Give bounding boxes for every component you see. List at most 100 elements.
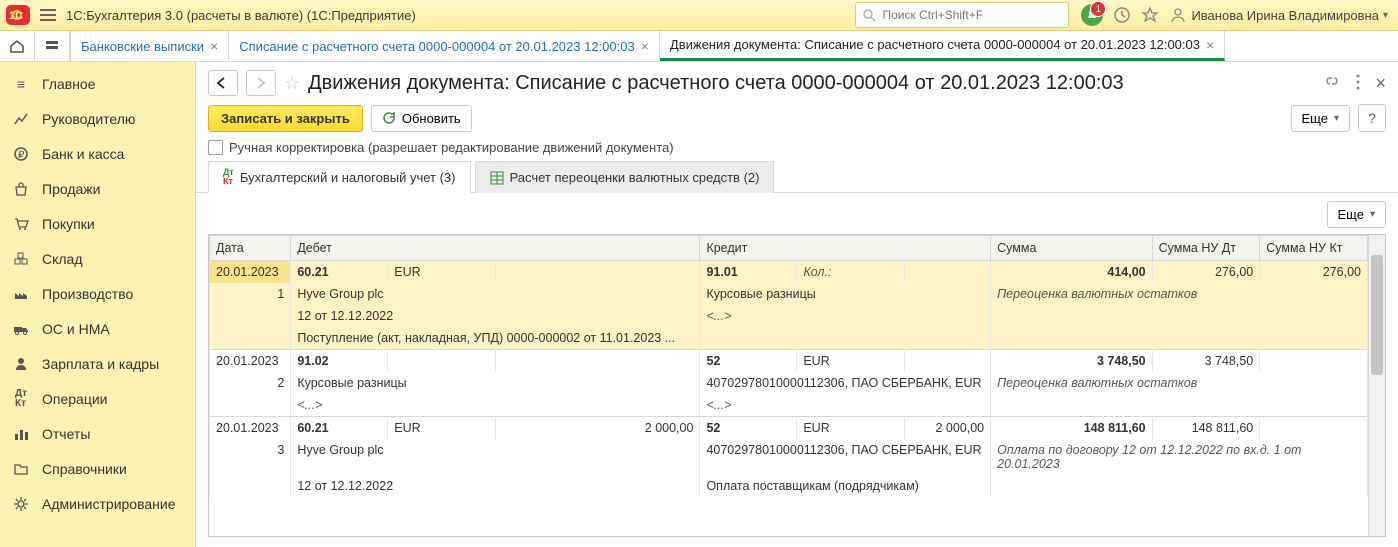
col-nu-kt[interactable]: Сумма НУ Кт [1260,236,1368,261]
title-bar: 1C 1С:Бухгалтерия 3.0 (расчеты в валюте)… [0,0,1398,31]
table-row[interactable]: 2 Курсовые разницы 40702978010000112306,… [210,372,1368,394]
cell-debit-acc: 60.21 [291,261,388,284]
cell-debit-sub: Hyve Group plc [291,439,700,475]
sidebar-item-warehouse[interactable]: Склад [0,241,195,276]
cell-debit-qty: 2 000,00 [495,417,700,440]
sidebar-item-payroll[interactable]: Зарплата и кадры [0,346,195,381]
logo-1c: 1C [6,5,30,25]
more-label: Еще [1338,207,1364,222]
col-sum[interactable]: Сумма [991,236,1152,261]
tab-movements[interactable]: Движения документа: Списание с расчетног… [660,31,1225,61]
search-input[interactable] [880,7,1054,23]
table-row[interactable]: 20.01.2023 60.21 EUR 91.01 Кол.: 414,00 … [210,261,1368,284]
tab-label: Списание с расчетного счета 0000-000004 … [239,39,634,54]
search-icon [862,8,876,22]
cell-n: 1 [210,283,291,305]
subtab-label: Бухгалтерский и налоговый учет (3) [240,170,456,185]
history-icon[interactable] [1113,6,1131,24]
stack-button[interactable] [35,31,70,61]
cell-debit-sub: Курсовые разницы [291,372,700,394]
table-row[interactable]: 20.01.2023 60.21 EUR 2 000,00 52 EUR 2 0… [210,417,1368,440]
home-button[interactable] [0,31,35,61]
nav-back-button[interactable] [208,70,238,96]
save-close-button[interactable]: Записать и закрыть [208,105,363,132]
truck-icon [12,321,30,337]
cell-nukt [1260,417,1368,440]
sidebar-item-admin[interactable]: Администрирование [0,486,195,521]
cell-comment: Оплата по договору 12 от 12.12.2022 по в… [991,439,1368,475]
entries-grid[interactable]: Дата Дебет Кредит Сумма Сумма НУ Дт Сумм… [209,235,1368,497]
tab-bank-statements[interactable]: Банковские выписки × [71,31,229,61]
more-button[interactable]: Еще ▾ [1291,105,1350,132]
sidebar-item-label: Производство [42,286,133,302]
cell-debit-acc: 60.21 [291,417,388,440]
cell-nudt: 3 748,50 [1152,350,1260,373]
favorite-star-icon[interactable]: ☆ [284,73,300,94]
cell-credit-sub: <...> [700,305,991,327]
chevron-down-icon: ▾ [1383,10,1388,21]
sidebar-item-purchases[interactable]: Покупки [0,206,195,241]
refresh-icon [382,111,396,125]
star-icon[interactable] [1141,6,1159,24]
cell-date: 20.01.2023 [210,350,291,373]
cell-credit-cur: EUR [797,350,905,373]
scrollbar[interactable] [1368,235,1385,536]
subtab-revaluation[interactable]: Расчет переоценки валютных средств (2) [475,161,775,193]
hamburger-icon[interactable] [38,8,58,22]
cell-credit-cur: EUR [797,417,905,440]
notification-bell[interactable]: 1 [1081,4,1103,26]
kebab-icon[interactable] [1355,73,1361,94]
sidebar-item-bank[interactable]: ₽Банк и касса [0,136,195,171]
table-row[interactable]: 1 Hyve Group plc Курсовые разницы Переоц… [210,283,1368,305]
manual-edit-checkbox[interactable] [208,140,223,155]
search-box[interactable] [855,2,1069,28]
table-row[interactable]: 3 Hyve Group plc 40702978010000112306, П… [210,439,1368,475]
sidebar-item-catalogs[interactable]: Справочники [0,451,195,486]
scrollbar-thumb[interactable] [1371,255,1383,375]
sidebar-item-manager[interactable]: Руководителю [0,101,195,136]
close-icon[interactable]: × [641,38,649,54]
close-icon[interactable]: × [1206,37,1214,53]
close-icon[interactable]: × [210,38,218,54]
main-area: ☆ Движения документа: Списание с расчетн… [196,62,1398,547]
cell-nukt: 276,00 [1260,261,1368,284]
sidebar-item-label: Справочники [42,461,127,477]
cell-nudt: 148 811,60 [1152,417,1260,440]
sidebar-item-assets[interactable]: ОС и НМА [0,311,195,346]
sidebar-item-operations[interactable]: ДтКтОперации [0,381,195,416]
link-icon[interactable] [1323,73,1341,94]
sidebar-item-reports[interactable]: Отчеты [0,416,195,451]
sidebar-item-main[interactable]: ≡Главное [0,66,195,101]
cell-n: 2 [210,372,291,394]
help-button[interactable]: ? [1358,104,1386,132]
table-row[interactable]: 12 от 12.12.2022 <...> [210,305,1368,327]
col-credit[interactable]: Кредит [700,236,991,261]
table-row[interactable]: <...> <...> [210,394,1368,417]
cell-n: 3 [210,439,291,475]
refresh-label: Обновить [402,111,461,126]
table-row[interactable]: 12 от 12.12.2022 Оплата поставщикам (под… [210,475,1368,497]
sidebar: ≡Главное Руководителю ₽Банк и касса Прод… [0,62,196,547]
col-debit[interactable]: Дебет [291,236,700,261]
refresh-button[interactable]: Обновить [371,105,472,132]
bars-icon [12,426,30,442]
table-row[interactable]: Поступление (акт, накладная, УПД) 0000-0… [210,327,1368,350]
cell-debit-cur: EUR [388,417,496,440]
tab-writeoff[interactable]: Списание с расчетного счета 0000-000004 … [229,31,660,61]
grid-more-button[interactable]: Еще ▾ [1327,201,1386,228]
nav-forward-button[interactable] [246,70,276,96]
sidebar-item-production[interactable]: Производство [0,276,195,311]
close-icon[interactable]: × [1375,73,1386,94]
cell-comment: Переоценка валютных остатков [991,283,1368,305]
table-row[interactable]: 20.01.2023 91.02 52 EUR 3 748,50 3 748,5… [210,350,1368,373]
user-menu[interactable]: Иванова Ирина Владимировна ▾ [1169,6,1388,24]
sidebar-item-label: Операции [42,391,108,407]
subtab-accounting[interactable]: ДтКт Бухгалтерский и налоговый учет (3) [208,161,471,193]
more-label: Еще [1302,111,1328,126]
cell-debit-sub: 12 от 12.12.2022 [291,305,700,327]
sidebar-item-sales[interactable]: Продажи [0,171,195,206]
col-date[interactable]: Дата [210,236,291,261]
col-nu-dt[interactable]: Сумма НУ Дт [1152,236,1260,261]
cell-credit-sub: 40702978010000112306, ПАО СБЕРБАНК, EUR [700,439,991,475]
page-title: Движения документа: Списание с расчетног… [308,72,1315,95]
